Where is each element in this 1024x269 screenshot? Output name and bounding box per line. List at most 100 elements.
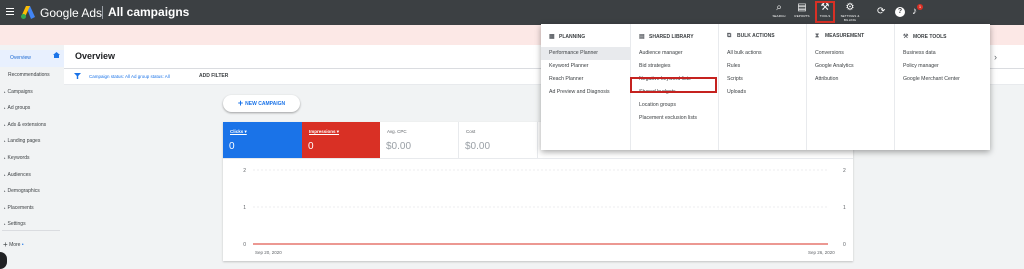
caret-right-icon: ▸ xyxy=(4,90,6,94)
menu-icon[interactable] xyxy=(6,8,14,17)
y-tick-label-right: 1 xyxy=(843,205,846,211)
caret-right-icon: ▸ xyxy=(4,123,6,127)
tools-column-heading-text: BULK ACTIONS xyxy=(737,33,775,39)
tools-column-heading-text: MORE TOOLS xyxy=(913,34,947,40)
menu-item-google-merchant-center[interactable]: Google Merchant Center xyxy=(895,73,991,86)
menu-item-bid-strategies[interactable]: Bid strategies xyxy=(631,60,719,73)
plus-icon: + xyxy=(3,240,8,249)
tools-column-bulk-actions: ⧉ BULK ACTIONS All bulk actions Rules Script… xyxy=(718,24,806,150)
add-filter-button[interactable]: ADD FILTER xyxy=(199,73,228,79)
search-label: SEARCH xyxy=(772,14,786,18)
planning-icon: ▦ xyxy=(549,34,555,40)
sidebar-item-placements[interactable]: ▸ Placements xyxy=(0,200,64,217)
menu-item-google-analytics[interactable]: Google Analytics xyxy=(807,60,895,73)
tools-highlight-box xyxy=(815,1,835,23)
sidebar-item-ads-extensions[interactable]: ▸ Ads & extensions xyxy=(0,117,64,134)
menu-item-ad-preview-and-diagnosis[interactable]: Ad Preview and Diagnosis xyxy=(541,86,630,99)
help-icon[interactable]: ? xyxy=(895,7,905,17)
menu-item-performance-planner[interactable]: Performance Planner xyxy=(541,47,630,60)
new-campaign-button[interactable]: + NEW CAMPAIGN xyxy=(223,95,300,112)
tools-column-heading-text: PLANNING xyxy=(559,34,586,40)
notification-badge: 1 xyxy=(917,4,923,10)
x-tick-label: Sep 26, 2020 xyxy=(808,250,835,255)
sidebar-item-label: Settings xyxy=(7,221,26,227)
tools-column-heading: ▤ SHARED LIBRARY xyxy=(639,33,694,40)
tools-column-heading-text: MEASUREMENT xyxy=(825,33,865,39)
reports-icon: ▤ xyxy=(797,2,807,13)
y-tick-label-left: 0 xyxy=(243,242,246,248)
y-tick-label-right: 0 xyxy=(843,242,846,248)
sidebar-item-label: Keywords xyxy=(7,155,30,161)
sidebar-item-audiences[interactable]: ▸ Audiences xyxy=(0,167,64,184)
sidebar-item-label: Demographics xyxy=(7,188,40,194)
menu-item-scripts[interactable]: Scripts xyxy=(719,73,807,86)
sidebar-item-label: Campaigns xyxy=(7,89,33,95)
top-bar: Google Ads All campaigns ⌕ SEARCH ▤ REPO… xyxy=(0,0,1024,25)
search-icon: ⌕ xyxy=(776,2,782,13)
refresh-icon[interactable]: ⟳ xyxy=(877,7,885,17)
filter-icon[interactable] xyxy=(74,73,81,79)
menu-item-keyword-planner[interactable]: Keyword Planner xyxy=(541,60,630,73)
settings-billing-button[interactable]: ⚙ SETTINGS & BILLING xyxy=(838,2,862,23)
caret-right-icon: ▸ xyxy=(4,156,6,160)
new-campaign-label: NEW CAMPAIGN xyxy=(245,100,286,107)
caret-right-icon: ▸ xyxy=(4,222,6,226)
sidebar-item-demographics[interactable]: ▸ Demographics xyxy=(0,183,64,200)
caret-right-icon: ▸ xyxy=(4,206,6,210)
filter-status-text[interactable]: Campaign status: All Ad group status: Al… xyxy=(89,74,170,79)
caret-right-icon: ▸ xyxy=(4,139,6,143)
menu-item-reach-planner[interactable]: Reach Planner xyxy=(541,73,630,86)
menu-item-business-data[interactable]: Business data xyxy=(895,47,991,60)
sidebar-more[interactable]: + More • xyxy=(0,236,64,253)
sidebar-item-label: Audiences xyxy=(7,172,31,178)
tools-menu: ▦ PLANNING Performance Planner Keyword Plan… xyxy=(541,24,990,150)
sidebar: Overview Recommendations ▸ Campaigns ▸ Ad … xyxy=(0,45,64,269)
settings-billing-label: SETTINGS & BILLING xyxy=(840,14,860,22)
search-button[interactable]: ⌕ SEARCH xyxy=(768,2,790,19)
new-dot-icon: • xyxy=(21,241,24,248)
tools-column-heading: ▦ PLANNING xyxy=(549,33,585,40)
home-icon xyxy=(53,52,60,58)
menu-item-rules[interactable]: Rules xyxy=(719,60,807,73)
sidebar-item-campaigns[interactable]: ▸ Campaigns xyxy=(0,84,64,101)
reports-button[interactable]: ▤ REPORTS xyxy=(791,2,813,19)
brand-name: Google Ads xyxy=(40,6,103,20)
sidebar-item-recommendations[interactable]: Recommendations xyxy=(0,67,64,84)
bell-icon[interactable]: ♪ xyxy=(912,7,917,17)
sidebar-item-label: Placements xyxy=(7,205,34,211)
y-tick-label-left: 1 xyxy=(243,205,246,211)
tools-column-planning: ▦ PLANNING Performance Planner Keyword Plan… xyxy=(541,24,630,150)
tools-column-more-tools: ⚒ MORE TOOLS Business data Policy manager Go… xyxy=(894,24,990,150)
library-icon: ▤ xyxy=(639,34,645,40)
menu-item-location-groups[interactable]: Location groups xyxy=(631,99,719,112)
google-ads-logo xyxy=(21,6,35,19)
sidebar-item-label: Recommendations xyxy=(8,72,50,78)
menu-item-audience-manager[interactable]: Audience manager xyxy=(631,47,719,60)
menu-item-attribution[interactable]: Attribution xyxy=(807,73,895,86)
sidebar-item-keywords[interactable]: ▸ Keywords xyxy=(0,150,64,167)
gear-icon: ⚙ xyxy=(845,2,855,13)
tools-column-heading: ⧉ BULK ACTIONS xyxy=(727,33,775,40)
caret-right-icon: ▸ xyxy=(4,189,6,193)
x-tick-label: Sep 20, 2020 xyxy=(255,250,282,255)
hourglass-icon: ⧗ xyxy=(815,33,820,39)
menu-item-uploads[interactable]: Uploads xyxy=(719,86,807,99)
sidebar-item-landing-pages[interactable]: ▸ Landing pages xyxy=(0,133,64,150)
menu-item-policy-manager[interactable]: Policy manager xyxy=(895,60,991,73)
menu-item-placement-exclusion-lists[interactable]: Placement exclusion lists xyxy=(631,112,719,125)
caret-right-icon: ▸ xyxy=(4,173,6,177)
reports-label: REPORTS xyxy=(794,14,810,18)
next-arrow-icon[interactable]: › xyxy=(994,52,997,62)
negative-keyword-lists-highlight-box xyxy=(630,77,717,93)
sidebar-item-ad-groups[interactable]: ▸ Ad groups xyxy=(0,100,64,117)
menu-item-all-bulk-actions[interactable]: All bulk actions xyxy=(719,47,807,60)
tools-column-heading: ⧗ MEASUREMENT xyxy=(815,33,864,40)
sidebar-item-label: Ads & extensions xyxy=(7,122,47,128)
sidebar-item-label: Overview xyxy=(10,55,31,61)
bulk-actions-icon: ⧉ xyxy=(727,33,732,39)
menu-item-conversions[interactable]: Conversions xyxy=(807,47,895,60)
wrench-icon: ⚒ xyxy=(903,34,909,40)
tools-column-heading: ⚒ MORE TOOLS xyxy=(903,33,947,40)
tools-column-heading-text: SHARED LIBRARY xyxy=(649,34,694,40)
plus-icon: + xyxy=(237,98,244,108)
